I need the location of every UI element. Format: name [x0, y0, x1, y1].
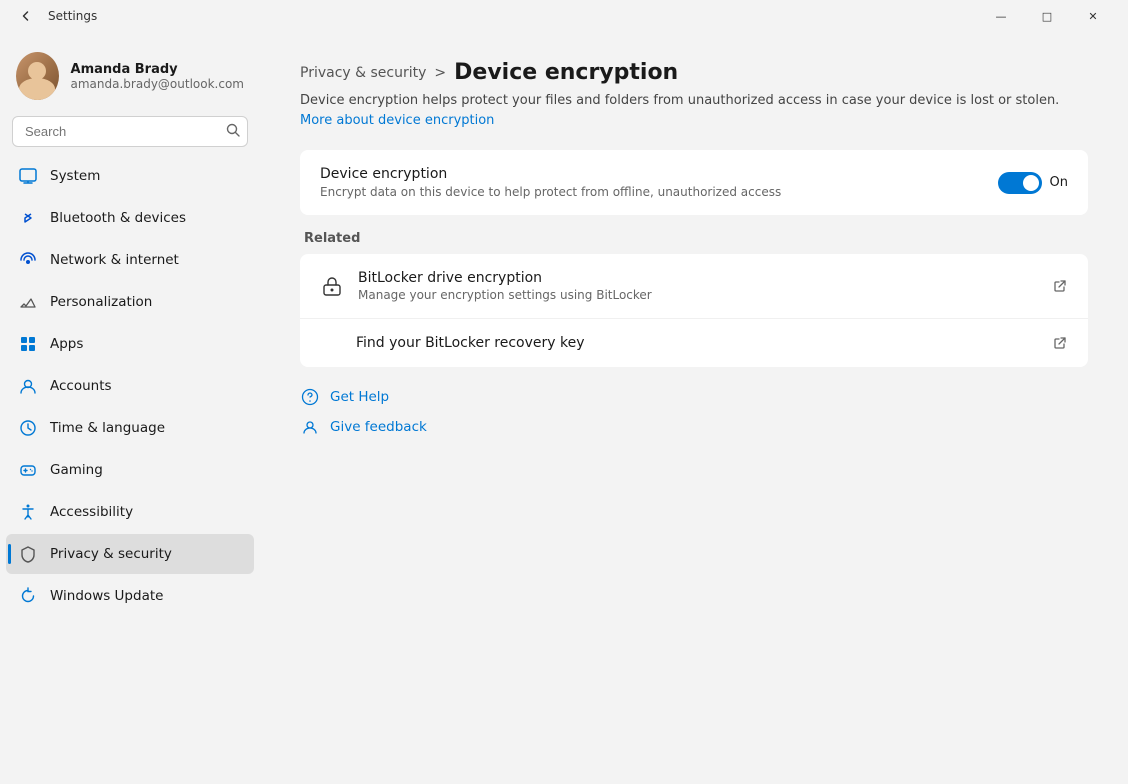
- user-info: Amanda Brady amanda.brady@outlook.com: [71, 62, 244, 91]
- get-help-icon: [300, 387, 320, 407]
- help-section: Get Help Give feedback: [300, 387, 1088, 437]
- bluetooth-icon: [18, 208, 38, 228]
- search-icon: [226, 123, 240, 141]
- content-area: Privacy & security > Device encryption D…: [260, 32, 1128, 784]
- toggle-label: On: [1050, 175, 1068, 190]
- update-icon: [18, 586, 38, 606]
- back-button[interactable]: [12, 2, 40, 30]
- device-encryption-info: Device encryption Encrypt data on this d…: [320, 166, 998, 199]
- time-icon: [18, 418, 38, 438]
- bitlocker-desc: Manage your encryption settings using Bi…: [358, 288, 1038, 302]
- network-icon: [18, 250, 38, 270]
- bitlocker-recovery-item[interactable]: Find your BitLocker recovery key: [300, 319, 1088, 367]
- sidebar-item-gaming[interactable]: Gaming: [6, 450, 254, 490]
- privacy-shield-icon: [18, 544, 38, 564]
- window-controls: — □ ✕: [978, 0, 1116, 32]
- bitlocker-recovery-text: Find your BitLocker recovery key: [320, 335, 1038, 351]
- sidebar: Amanda Brady amanda.brady@outlook.com: [0, 32, 260, 784]
- device-encryption-card: Device encryption Encrypt data on this d…: [300, 150, 1088, 215]
- sidebar-item-gaming-label: Gaming: [50, 462, 103, 478]
- bitlocker-external-icon: [1052, 278, 1068, 294]
- give-feedback-link[interactable]: Give feedback: [300, 417, 1088, 437]
- bitlocker-recovery-external-icon: [1052, 335, 1068, 351]
- maximize-button[interactable]: □: [1024, 0, 1070, 32]
- give-feedback-icon: [300, 417, 320, 437]
- sidebar-item-system[interactable]: System: [6, 156, 254, 196]
- sidebar-item-system-label: System: [50, 168, 100, 184]
- accounts-icon: [18, 376, 38, 396]
- titlebar: Settings — □ ✕: [0, 0, 1128, 32]
- toggle-wrap: On: [998, 172, 1068, 194]
- sidebar-item-accessibility[interactable]: Accessibility: [6, 492, 254, 532]
- device-encryption-desc: Encrypt data on this device to help prot…: [320, 185, 998, 199]
- sidebar-item-time[interactable]: Time & language: [6, 408, 254, 448]
- give-feedback-label: Give feedback: [330, 419, 427, 435]
- breadcrumb-separator: >: [434, 65, 446, 81]
- user-name: Amanda Brady: [71, 62, 244, 77]
- avatar: [16, 52, 59, 100]
- sidebar-item-update-label: Windows Update: [50, 588, 163, 604]
- user-email: amanda.brady@outlook.com: [71, 77, 244, 91]
- user-profile: Amanda Brady amanda.brady@outlook.com: [0, 40, 260, 116]
- apps-icon: [18, 334, 38, 354]
- sidebar-item-network[interactable]: Network & internet: [6, 240, 254, 280]
- breadcrumb: Privacy & security > Device encryption: [300, 60, 1088, 85]
- sidebar-item-accessibility-label: Accessibility: [50, 504, 133, 520]
- related-section-label: Related: [304, 231, 1088, 246]
- get-help-link[interactable]: Get Help: [300, 387, 1088, 407]
- sidebar-item-network-label: Network & internet: [50, 252, 179, 268]
- learn-more-link[interactable]: More about device encryption: [300, 113, 494, 128]
- sidebar-item-privacy-label: Privacy & security: [50, 546, 172, 562]
- personalization-icon: [18, 292, 38, 312]
- sidebar-item-accounts-label: Accounts: [50, 378, 112, 394]
- sidebar-item-bluetooth-label: Bluetooth & devices: [50, 210, 186, 226]
- accessibility-icon: [18, 502, 38, 522]
- bitlocker-item[interactable]: BitLocker drive encryption Manage your e…: [300, 254, 1088, 319]
- sidebar-item-time-label: Time & language: [50, 420, 165, 436]
- sidebar-item-personalization-label: Personalization: [50, 294, 152, 310]
- search-box: [12, 116, 248, 147]
- sidebar-item-accounts[interactable]: Accounts: [6, 366, 254, 406]
- device-encryption-toggle[interactable]: [998, 172, 1042, 194]
- sidebar-item-apps-label: Apps: [50, 336, 83, 352]
- window-title: Settings: [48, 9, 978, 23]
- bitlocker-title: BitLocker drive encryption: [358, 270, 1038, 286]
- breadcrumb-parent: Privacy & security: [300, 65, 426, 81]
- close-button[interactable]: ✕: [1070, 0, 1116, 32]
- page-title: Device encryption: [454, 60, 678, 85]
- bitlocker-icon: [320, 274, 344, 298]
- search-input[interactable]: [12, 116, 248, 147]
- system-icon: [18, 166, 38, 186]
- sidebar-item-bluetooth[interactable]: Bluetooth & devices: [6, 198, 254, 238]
- page-description: Device encryption helps protect your fil…: [300, 91, 1060, 130]
- get-help-label: Get Help: [330, 389, 389, 405]
- related-items-card: BitLocker drive encryption Manage your e…: [300, 254, 1088, 367]
- sidebar-item-update[interactable]: Windows Update: [6, 576, 254, 616]
- sidebar-item-privacy[interactable]: Privacy & security: [6, 534, 254, 574]
- bitlocker-recovery-title: Find your BitLocker recovery key: [356, 335, 1038, 351]
- sidebar-item-personalization[interactable]: Personalization: [6, 282, 254, 322]
- minimize-button[interactable]: —: [978, 0, 1024, 32]
- bitlocker-text: BitLocker drive encryption Manage your e…: [358, 270, 1038, 302]
- sidebar-item-apps[interactable]: Apps: [6, 324, 254, 364]
- device-encryption-title: Device encryption: [320, 166, 998, 182]
- gaming-icon: [18, 460, 38, 480]
